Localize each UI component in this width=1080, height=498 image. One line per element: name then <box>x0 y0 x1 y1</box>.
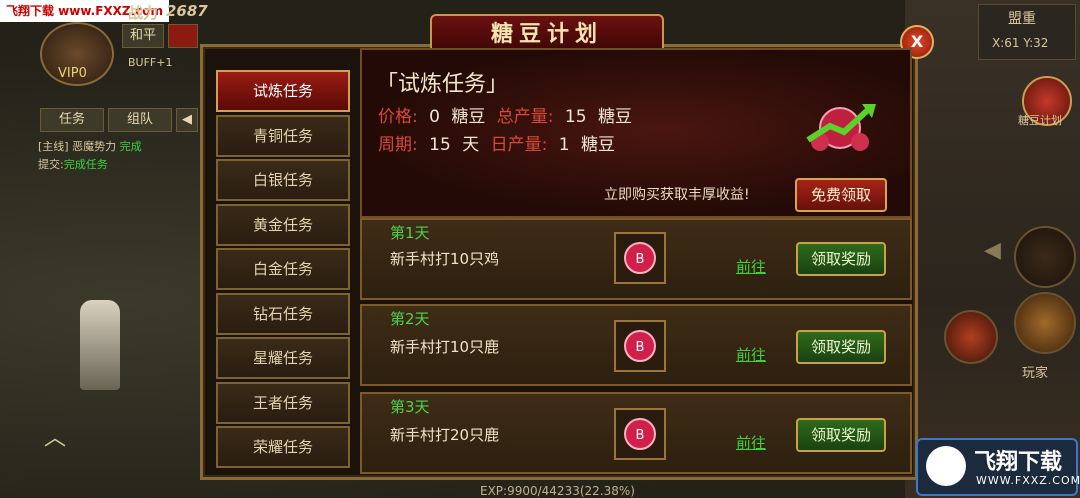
task-title: 「试炼任务」 <box>376 72 509 97</box>
collapse-arrow-icon[interactable]: ◀ <box>176 108 198 132</box>
svg-text:B: B <box>636 340 645 355</box>
map-name: 盟重 <box>1008 11 1036 27</box>
free-claim-button[interactable]: 免费领取 <box>795 178 887 212</box>
power-label: 战力 <box>128 4 159 22</box>
peace-mode-button[interactable]: 和平 <box>122 24 164 48</box>
sidebar-item-star[interactable]: 星耀任务 <box>216 337 350 379</box>
task-description: 新手村打10只鸡 <box>390 250 500 268</box>
candy-gem-icon: B <box>624 330 656 362</box>
buff-label: BUFF+1 <box>128 56 173 69</box>
sidebar-item-gold[interactable]: 黄金任务 <box>216 204 350 246</box>
candy-growth-icon <box>806 104 876 151</box>
quest-line[interactable]: [主线] 恶魔势力 完成 <box>38 138 142 154</box>
reward-slot[interactable]: B <box>614 408 666 460</box>
sidebar-item-diamond[interactable]: 钻石任务 <box>216 293 350 335</box>
sidebar-item-silver[interactable]: 白银任务 <box>216 159 350 201</box>
watermark-logo: 飞翔下载 WWW.FXXZ.COM <box>916 438 1080 496</box>
power-value: 2687 <box>166 2 208 20</box>
claim-reward-button[interactable]: 领取奖励 <box>796 330 886 364</box>
price-row: 价格: 0 糖豆 总产量: 15 糖豆 <box>378 107 632 127</box>
expand-chevron-icon[interactable]: ︿ <box>44 420 84 451</box>
day-label: 第1天 <box>390 224 430 242</box>
goto-link[interactable]: 前往 <box>736 256 766 277</box>
player-label[interactable]: 玩家 <box>1022 362 1048 381</box>
candy-gem-icon: B <box>624 242 656 274</box>
day-label: 第2天 <box>390 310 430 328</box>
task-description: 新手村打20只鹿 <box>390 426 500 444</box>
svg-text:B: B <box>636 252 645 267</box>
sidebar-item-glory[interactable]: 荣耀任务 <box>216 426 350 468</box>
player-character[interactable] <box>80 300 120 390</box>
goto-link[interactable]: 前往 <box>736 344 766 365</box>
sidebar-item-platinum[interactable]: 白金任务 <box>216 248 350 290</box>
sidebar-item-trial[interactable]: 试炼任务 <box>216 70 350 112</box>
left-arrow-icon[interactable]: ◀ <box>984 238 1001 263</box>
svg-text:B: B <box>636 428 645 443</box>
candy-gem-icon: B <box>624 418 656 450</box>
logo-sub-text: WWW.FXXZ.COM <box>976 474 1080 487</box>
attack-skill-icon[interactable] <box>1014 292 1076 354</box>
logo-main-text: 飞翔下载 <box>974 450 1063 475</box>
task-tab[interactable]: 任务 <box>40 108 104 132</box>
cycle-row: 周期: 15 天 日产量: 1 糖豆 <box>378 135 615 155</box>
exp-text: EXP:9900/44233(22.38%) <box>480 484 635 498</box>
quest-submit[interactable]: 提交:完成任务 <box>38 156 108 172</box>
reward-slot[interactable]: B <box>614 320 666 372</box>
fire-skill-icon[interactable] <box>944 310 998 364</box>
day-label: 第3天 <box>390 398 430 416</box>
mode-toggle-button[interactable] <box>168 24 198 48</box>
claim-reward-button[interactable]: 领取奖励 <box>796 242 886 276</box>
promo-text: 立即购买获取丰厚收益! <box>604 187 750 203</box>
logo-circle-icon <box>926 446 966 486</box>
skill-slot-icon[interactable] <box>1014 226 1076 288</box>
goto-link[interactable]: 前往 <box>736 432 766 453</box>
sidebar-item-bronze[interactable]: 青铜任务 <box>216 115 350 157</box>
claim-reward-button[interactable]: 领取奖励 <box>796 418 886 452</box>
team-tab[interactable]: 组队 <box>108 108 172 132</box>
task-description: 新手村打10只鹿 <box>390 338 500 356</box>
candy-plan-icon-label: 糖豆计划 <box>1018 114 1062 127</box>
sidebar-item-king[interactable]: 王者任务 <box>216 382 350 424</box>
vip-badge[interactable]: VIP0 <box>58 66 87 81</box>
coordinates: X:61 Y:32 <box>992 36 1049 50</box>
reward-slot[interactable]: B <box>614 232 666 284</box>
